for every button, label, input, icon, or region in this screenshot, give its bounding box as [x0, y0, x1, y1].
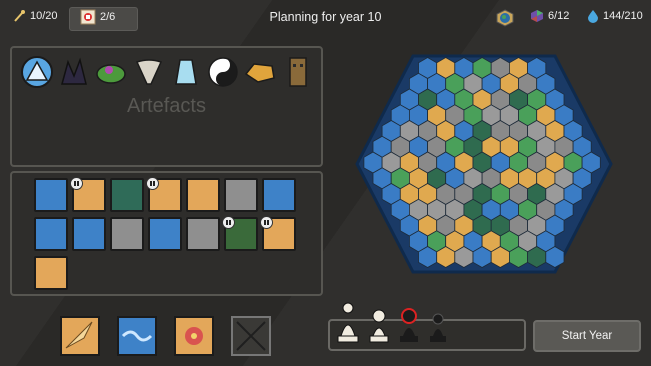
- hand-wave-slot[interactable]: [117, 316, 157, 356]
- water-value: 144/210: [603, 10, 643, 22]
- flower-icon: [185, 327, 203, 345]
- seaweed-card[interactable]: [110, 178, 144, 212]
- gem-icon: [531, 10, 543, 22]
- gems-value: 6/12: [548, 10, 570, 22]
- water-drop-icon: [588, 10, 598, 23]
- red-pawn-icon: [400, 308, 418, 342]
- wave-icon: [121, 330, 153, 342]
- dune-card[interactable]: [186, 178, 220, 212]
- hand-flower-slot[interactable]: [174, 316, 214, 356]
- start-year-button[interactable]: Start Year: [533, 320, 641, 352]
- pause-icon: [70, 177, 83, 190]
- beast-tooth-icon[interactable]: [133, 56, 165, 88]
- piece-row: [337, 302, 446, 343]
- water-stat: 144/210: [587, 9, 643, 23]
- gems-stat: 6/12: [530, 9, 569, 23]
- wave-card[interactable]: [72, 217, 106, 251]
- pause-icon: [146, 177, 159, 190]
- top-bar: 10/20 2/6 Planning for year 10 6/12 144/…: [0, 0, 651, 36]
- hand-empty-slot[interactable]: [231, 316, 271, 356]
- rock-card[interactable]: [224, 178, 258, 212]
- hex-map[interactable]: [355, 54, 613, 274]
- water-swirl-card[interactable]: [34, 178, 68, 212]
- white-pawn-icon: [369, 309, 389, 343]
- pause-icon: [222, 216, 235, 229]
- island-card[interactable]: [262, 178, 296, 212]
- pause-icon: [260, 216, 273, 229]
- tornado-card[interactable]: [34, 256, 68, 290]
- black-pawn-icon: [430, 313, 446, 342]
- artefacts-label: Artefacts: [127, 95, 206, 117]
- artefacts-panel: Artefacts: [10, 46, 323, 167]
- wing-icon: [65, 321, 93, 349]
- empty-cross-icon: [236, 321, 266, 351]
- dark-crystal-icon[interactable]: [58, 56, 90, 88]
- ice-crystal-icon[interactable]: [21, 56, 53, 88]
- world-hex-icon: [496, 9, 514, 27]
- lily-pad-icon[interactable]: [95, 56, 127, 88]
- hand-wing-slot[interactable]: [60, 316, 100, 356]
- yin-yang-icon[interactable]: [207, 56, 239, 88]
- whale-card[interactable]: [34, 217, 68, 251]
- spider-card[interactable]: [110, 217, 144, 251]
- tentacle-card[interactable]: [148, 217, 182, 251]
- wooden-totem-icon[interactable]: [282, 56, 314, 88]
- boulder-card[interactable]: [186, 217, 220, 251]
- crystal-shard-icon[interactable]: [170, 56, 202, 88]
- white-king-icon: [337, 302, 359, 343]
- amber-stone-icon[interactable]: [244, 56, 276, 88]
